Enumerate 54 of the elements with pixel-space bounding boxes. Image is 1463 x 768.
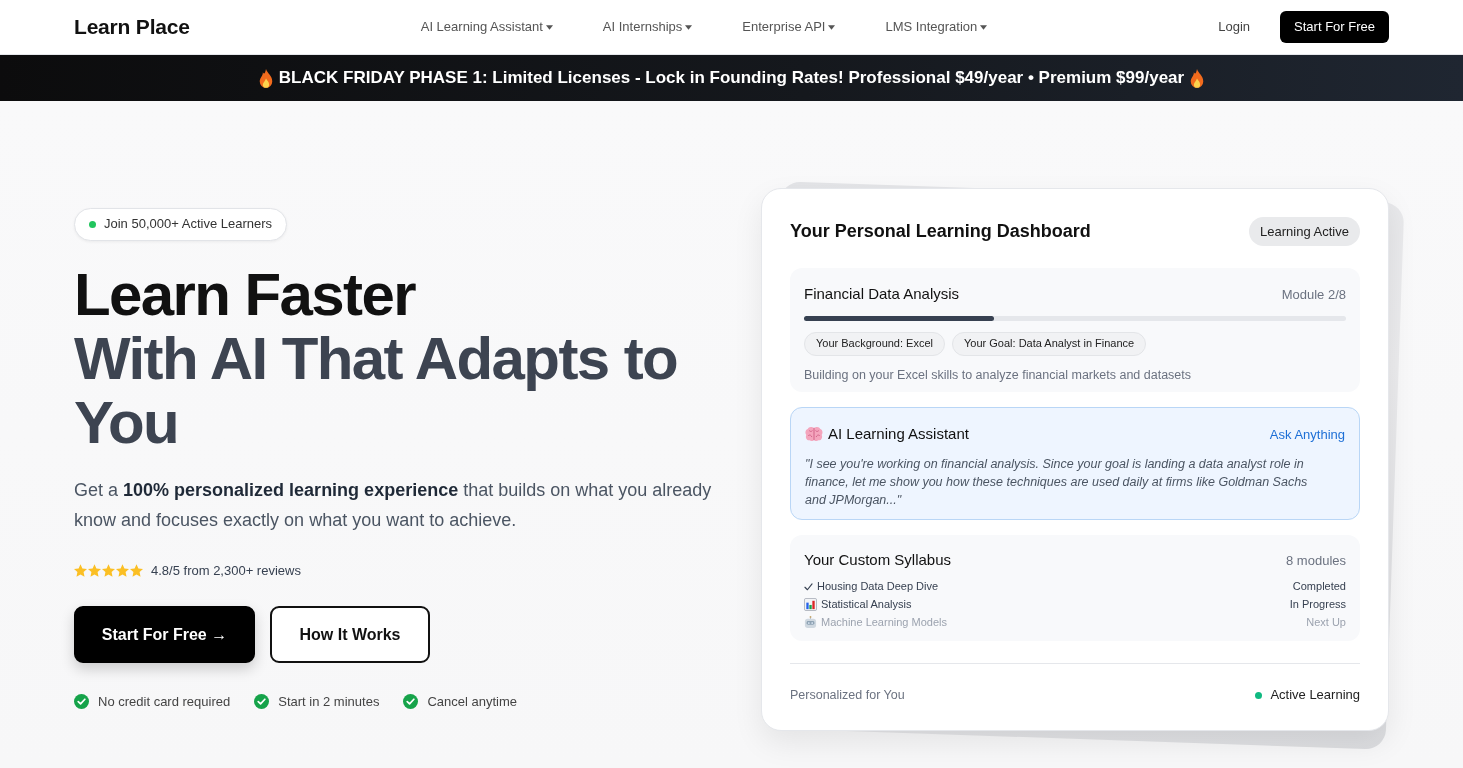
footer-status: Active Learning [1270, 686, 1360, 705]
check-icon [804, 582, 813, 591]
status-dot-icon [89, 220, 96, 228]
assistant-message: "I see you're working on financial analysis. Since your goal is landing a data analyst role in finance, let me show you how these techniques are used daily at firms like Goldman Sachs and JPMorgan..." [805, 455, 1309, 509]
star-icon [88, 563, 101, 577]
nav-link[interactable]: AI Internships [602, 17, 693, 37]
star-icon [74, 563, 87, 577]
ask-link[interactable]: Ask Anything [1269, 424, 1345, 444]
flame-icon [258, 68, 273, 88]
how-it-works-button[interactable]: How It Works [270, 606, 430, 663]
badge-text: Join 50,000+ Active Learners [104, 215, 273, 234]
module-status: In Progress [1289, 597, 1346, 613]
check-circle-icon [254, 694, 270, 710]
star-icon [116, 563, 129, 577]
footer-note: Personalized for You [790, 686, 905, 704]
brain-icon [805, 426, 823, 443]
module-name: Housing Data Deep Dive [817, 579, 939, 595]
status-pill: Learning Active [1249, 217, 1360, 246]
module-name: Statistical Analysis [821, 597, 912, 613]
start-button[interactable]: Start For Free [1280, 11, 1389, 43]
flame-icon [1190, 68, 1205, 88]
tag: Your Goal: Data Analyst in Finance [952, 331, 1147, 356]
perk-text: No credit card required [98, 693, 231, 711]
module-status: Next Up [1306, 615, 1346, 631]
start-button[interactable]: Start For Free → [74, 606, 255, 663]
course-description: Building on your Excel skills to analyze financial markets and datasets [804, 366, 1192, 384]
headline-text: With AI That Adapts to You [74, 326, 679, 455]
module-name: Machine Learning Models [821, 615, 947, 631]
star-icon [130, 563, 143, 577]
robot-icon [804, 616, 817, 629]
star-icon [102, 563, 115, 577]
bar-chart-icon [804, 598, 817, 611]
check-circle-icon [74, 694, 89, 710]
module-status: Completed [1292, 579, 1346, 595]
status-dot-icon [1255, 691, 1263, 699]
logo[interactable]: Learn Place [74, 11, 190, 43]
rating-text: 4.8/5 from 2,300+ reviews [151, 561, 301, 580]
nav-link[interactable]: Enterprise API [742, 17, 836, 37]
course-title: Financial Data Analysis [804, 284, 960, 304]
subheadline: Get a 100% personalized learning experience that builds on what you already know and focuses exactly on what you want to achieve. [74, 478, 713, 532]
nav-link[interactable]: AI Learning Assistant [420, 17, 553, 37]
perk-text: Start in 2 minutes [278, 693, 380, 711]
module-count: Module 2/8 [1281, 285, 1346, 304]
syllabus-title: Your Custom Syllabus [804, 550, 952, 570]
dashboard-title: Your Personal Learning Dashboard [790, 220, 1091, 243]
login-link[interactable]: Login [1218, 17, 1251, 37]
check-circle-icon [403, 694, 419, 710]
tag: Your Background: Excel [804, 331, 945, 356]
headline-text: Learn Faster [74, 262, 417, 327]
assistant-title: AI Learning Assistant [828, 424, 969, 444]
promo-text: BLACK FRIDAY PHASE 1: Limited Licenses - Lock in Founding Rates! Professional $49/year • Premium $99/year [278, 67, 1185, 90]
nav-link[interactable]: LMS Integration [885, 17, 988, 37]
perk-text: Cancel anytime [427, 693, 517, 711]
module-count: 8 modules [1286, 551, 1346, 570]
